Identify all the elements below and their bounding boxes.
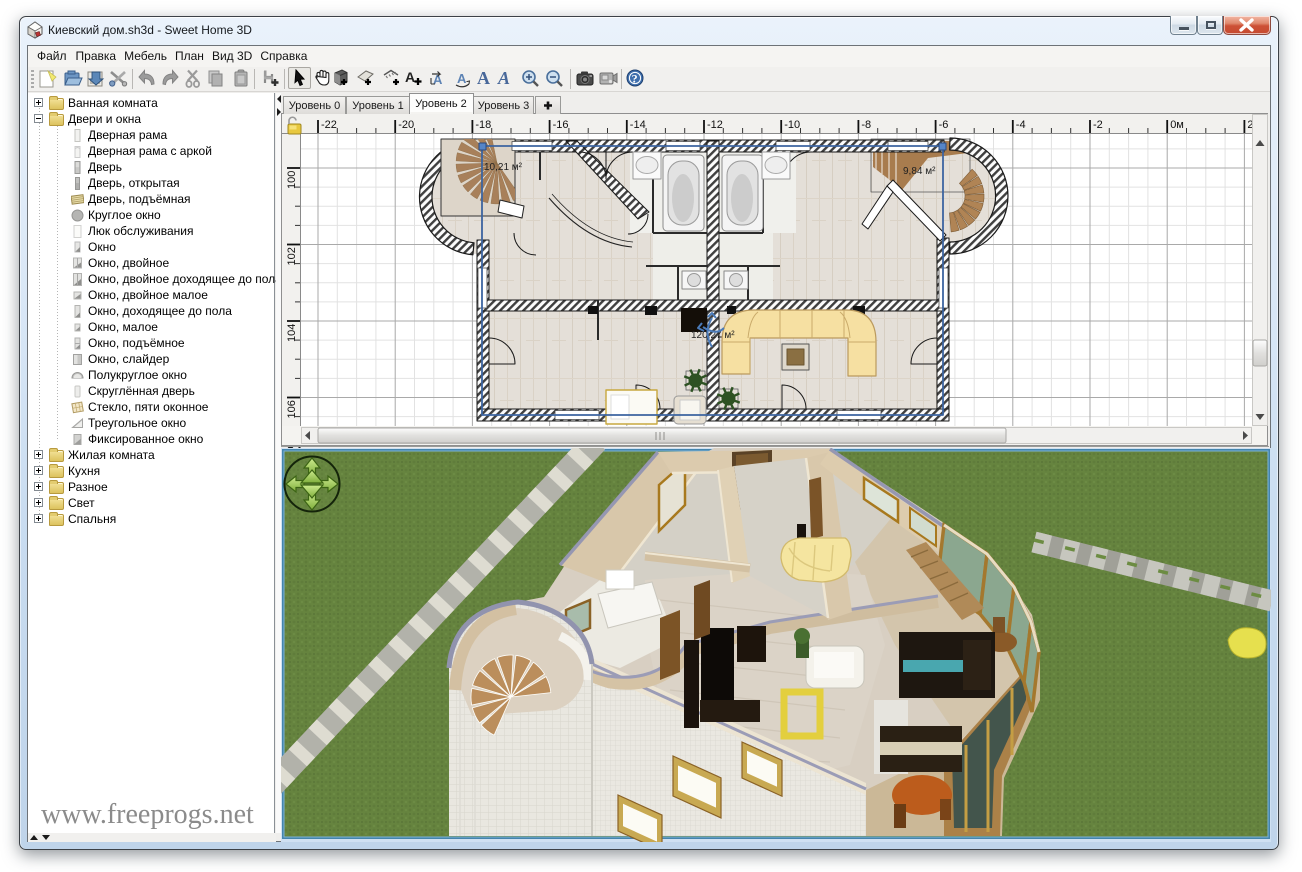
svg-text:A: A (477, 68, 490, 88)
svg-text:9,84 м²: 9,84 м² (903, 166, 936, 177)
svg-text:-14: -14 (630, 119, 646, 131)
svg-text:?: ? (632, 71, 638, 85)
svg-text:-6: -6 (939, 119, 949, 131)
svg-text:100: 100 (286, 171, 298, 189)
svg-text:Уровень 2: Уровень 2 (415, 98, 467, 110)
svg-text:-22: -22 (321, 119, 337, 131)
svg-text:A: A (457, 71, 467, 86)
svg-text:-10: -10 (784, 119, 800, 131)
svg-text:-4: -4 (1016, 119, 1026, 131)
svg-text:-12: -12 (707, 119, 723, 131)
svg-text:0м: 0м (1170, 119, 1184, 131)
svg-text:102: 102 (286, 247, 298, 265)
svg-text:-2: -2 (1093, 119, 1103, 131)
svg-text:A: A (497, 68, 510, 88)
svg-text:106: 106 (286, 400, 298, 418)
svg-text:Уровень 1: Уровень 1 (352, 100, 404, 112)
svg-text:-8: -8 (861, 119, 871, 131)
svg-text:-20: -20 (398, 119, 414, 131)
svg-text:A: A (405, 69, 415, 85)
svg-text:-16: -16 (553, 119, 569, 131)
svg-text:104: 104 (286, 324, 298, 342)
svg-text:-18: -18 (475, 119, 491, 131)
svg-text:10,21 м²: 10,21 м² (484, 162, 523, 173)
svg-text:Уровень 0: Уровень 0 (289, 100, 341, 112)
svg-text:Уровень 3: Уровень 3 (478, 100, 530, 112)
